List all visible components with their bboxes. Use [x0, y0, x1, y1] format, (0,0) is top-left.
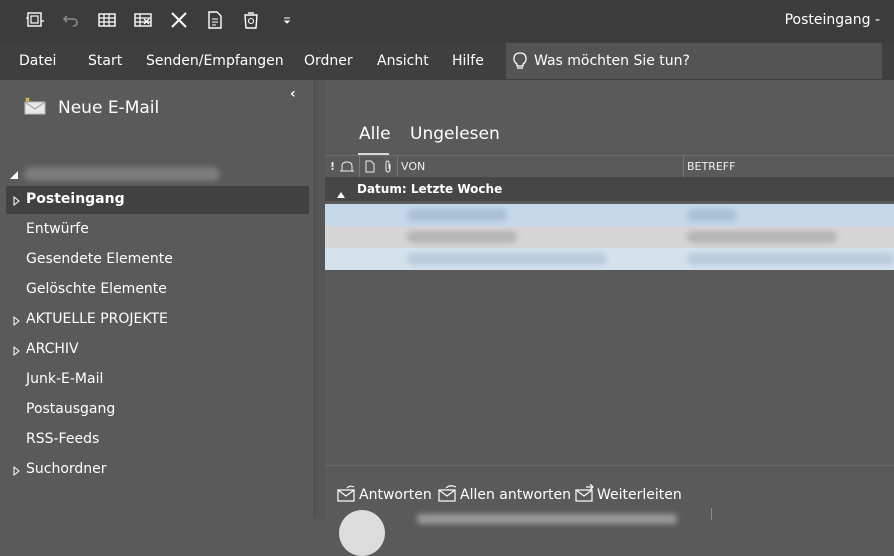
- send-receive-icon[interactable]: [24, 9, 46, 31]
- window-title: Posteingang -: [784, 12, 880, 28]
- folder-label: Suchordner: [26, 461, 107, 477]
- paperclip-icon[interactable]: [383, 160, 393, 176]
- reading-pane: Antworten Allen antworten Weiterleiten: [325, 465, 894, 556]
- message-header: [417, 514, 677, 524]
- lightbulb-icon: [512, 51, 528, 75]
- from-column-header[interactable]: VON: [401, 160, 425, 173]
- expand-arrow-icon: [13, 344, 20, 360]
- folder-entwuerfe[interactable]: Entwürfe: [6, 216, 309, 244]
- folder-archiv[interactable]: ARCHIV: [6, 336, 309, 364]
- table-icon[interactable]: [96, 9, 118, 31]
- reminder-icon[interactable]: [339, 160, 355, 176]
- sender-avatar: [339, 510, 385, 556]
- reply-all-icon: [438, 484, 458, 506]
- close-icon[interactable]: [168, 9, 190, 31]
- folder-label: ARCHIV: [26, 341, 79, 357]
- mail-row[interactable]: [325, 204, 894, 226]
- tab-ungelesen[interactable]: Ungelesen: [410, 124, 500, 144]
- table-delete-icon[interactable]: [132, 9, 154, 31]
- undo-icon[interactable]: [60, 9, 82, 31]
- folder-rss-feeds[interactable]: RSS-Feeds: [6, 426, 309, 454]
- menu-hilfe[interactable]: Hilfe: [452, 53, 484, 69]
- folder-label: Postausgang: [26, 401, 116, 417]
- account-header[interactable]: [10, 164, 220, 183]
- folder-label: Junk-E-Mail: [26, 371, 104, 387]
- folder-label: Posteingang: [26, 191, 125, 207]
- reply-label: Antworten: [359, 487, 432, 503]
- folder-gesendete-elemente[interactable]: Gesendete Elemente: [6, 246, 309, 274]
- customize-dropdown-icon[interactable]: [276, 9, 298, 31]
- forward-label: Weiterleiten: [597, 487, 682, 503]
- recycle-bin-icon[interactable]: [240, 9, 262, 31]
- mail-row[interactable]: [325, 226, 894, 248]
- folder-pane: Neue E-Mail ‹ Posteingang Entwürfe Gesen…: [0, 80, 315, 519]
- reply-all-button[interactable]: Allen antworten: [438, 484, 571, 506]
- folder-suchordner[interactable]: Suchordner: [6, 456, 309, 484]
- folder-label: Entwürfe: [26, 221, 89, 237]
- importance-column-header[interactable]: !: [330, 160, 335, 173]
- expand-arrow-icon: [13, 314, 20, 330]
- attachment-type-icon[interactable]: [365, 160, 375, 176]
- document-icon[interactable]: [204, 9, 226, 31]
- forward-button[interactable]: Weiterleiten: [575, 483, 682, 506]
- column-header: ! VON BETREFF: [325, 155, 894, 178]
- column-separator: [359, 156, 360, 177]
- folder-geloeschte-elemente[interactable]: Gelöschte Elemente: [6, 276, 309, 304]
- mail-subject: [687, 231, 837, 243]
- account-name: [24, 166, 220, 181]
- mail-subject: [687, 209, 737, 221]
- reply-icon: [337, 484, 357, 506]
- mail-sender: [407, 253, 607, 265]
- new-mail-icon: [24, 97, 46, 119]
- title-bar: Posteingang -: [0, 0, 894, 42]
- expand-arrow-icon: [13, 194, 20, 210]
- mail-subject: [687, 253, 894, 265]
- reply-all-label: Allen antworten: [460, 487, 571, 503]
- subject-column-header[interactable]: BETREFF: [687, 160, 735, 173]
- new-mail-label: Neue E-Mail: [58, 98, 160, 118]
- menu-ordner[interactable]: Ordner: [304, 53, 353, 69]
- menu-datei[interactable]: Datei: [19, 53, 56, 69]
- message-list-pane: Alle Ungelesen ! VON BETREFF Datum: Letz…: [315, 80, 894, 519]
- quick-access-toolbar: [24, 9, 298, 31]
- folder-label: RSS-Feeds: [26, 431, 100, 447]
- folder-junk-e-mail[interactable]: Junk-E-Mail: [6, 366, 309, 394]
- header-divider: [711, 508, 712, 520]
- folder-postausgang[interactable]: Postausgang: [6, 396, 309, 424]
- folder-label: Gesendete Elemente: [26, 251, 173, 267]
- menu-senden-empfangen[interactable]: Senden/Empfangen: [146, 53, 284, 69]
- expand-triangle-icon: [10, 164, 18, 183]
- tell-me-search[interactable]: Was möchten Sie tun?: [506, 43, 882, 79]
- reply-button[interactable]: Antworten: [337, 484, 432, 506]
- tab-alle[interactable]: Alle: [359, 124, 391, 144]
- folder-aktuelle-projekte[interactable]: AKTUELLE PROJEKTE: [6, 306, 309, 334]
- mail-sender: [407, 231, 517, 243]
- menu-start[interactable]: Start: [88, 53, 122, 69]
- folder-posteingang[interactable]: Posteingang: [6, 186, 309, 214]
- column-separator: [397, 156, 398, 177]
- new-mail-button[interactable]: Neue E-Mail: [24, 97, 159, 119]
- menu-ansicht[interactable]: Ansicht: [377, 53, 429, 69]
- forward-icon: [575, 483, 595, 506]
- group-header[interactable]: Datum: Letzte Woche: [325, 177, 894, 201]
- group-label: Datum: Letzte Woche: [357, 182, 503, 196]
- tell-me-text: Was möchten Sie tun?: [534, 53, 690, 69]
- folder-label: AKTUELLE PROJEKTE: [26, 311, 168, 327]
- collapse-group-icon: [337, 184, 345, 203]
- collapse-pane-icon[interactable]: ‹: [290, 86, 296, 102]
- mail-sender: [407, 209, 507, 221]
- expand-arrow-icon: [13, 464, 20, 480]
- column-separator: [683, 156, 684, 177]
- pane-divider[interactable]: [315, 80, 325, 519]
- folder-label: Gelöschte Elemente: [26, 281, 167, 297]
- mail-row[interactable]: [325, 248, 894, 270]
